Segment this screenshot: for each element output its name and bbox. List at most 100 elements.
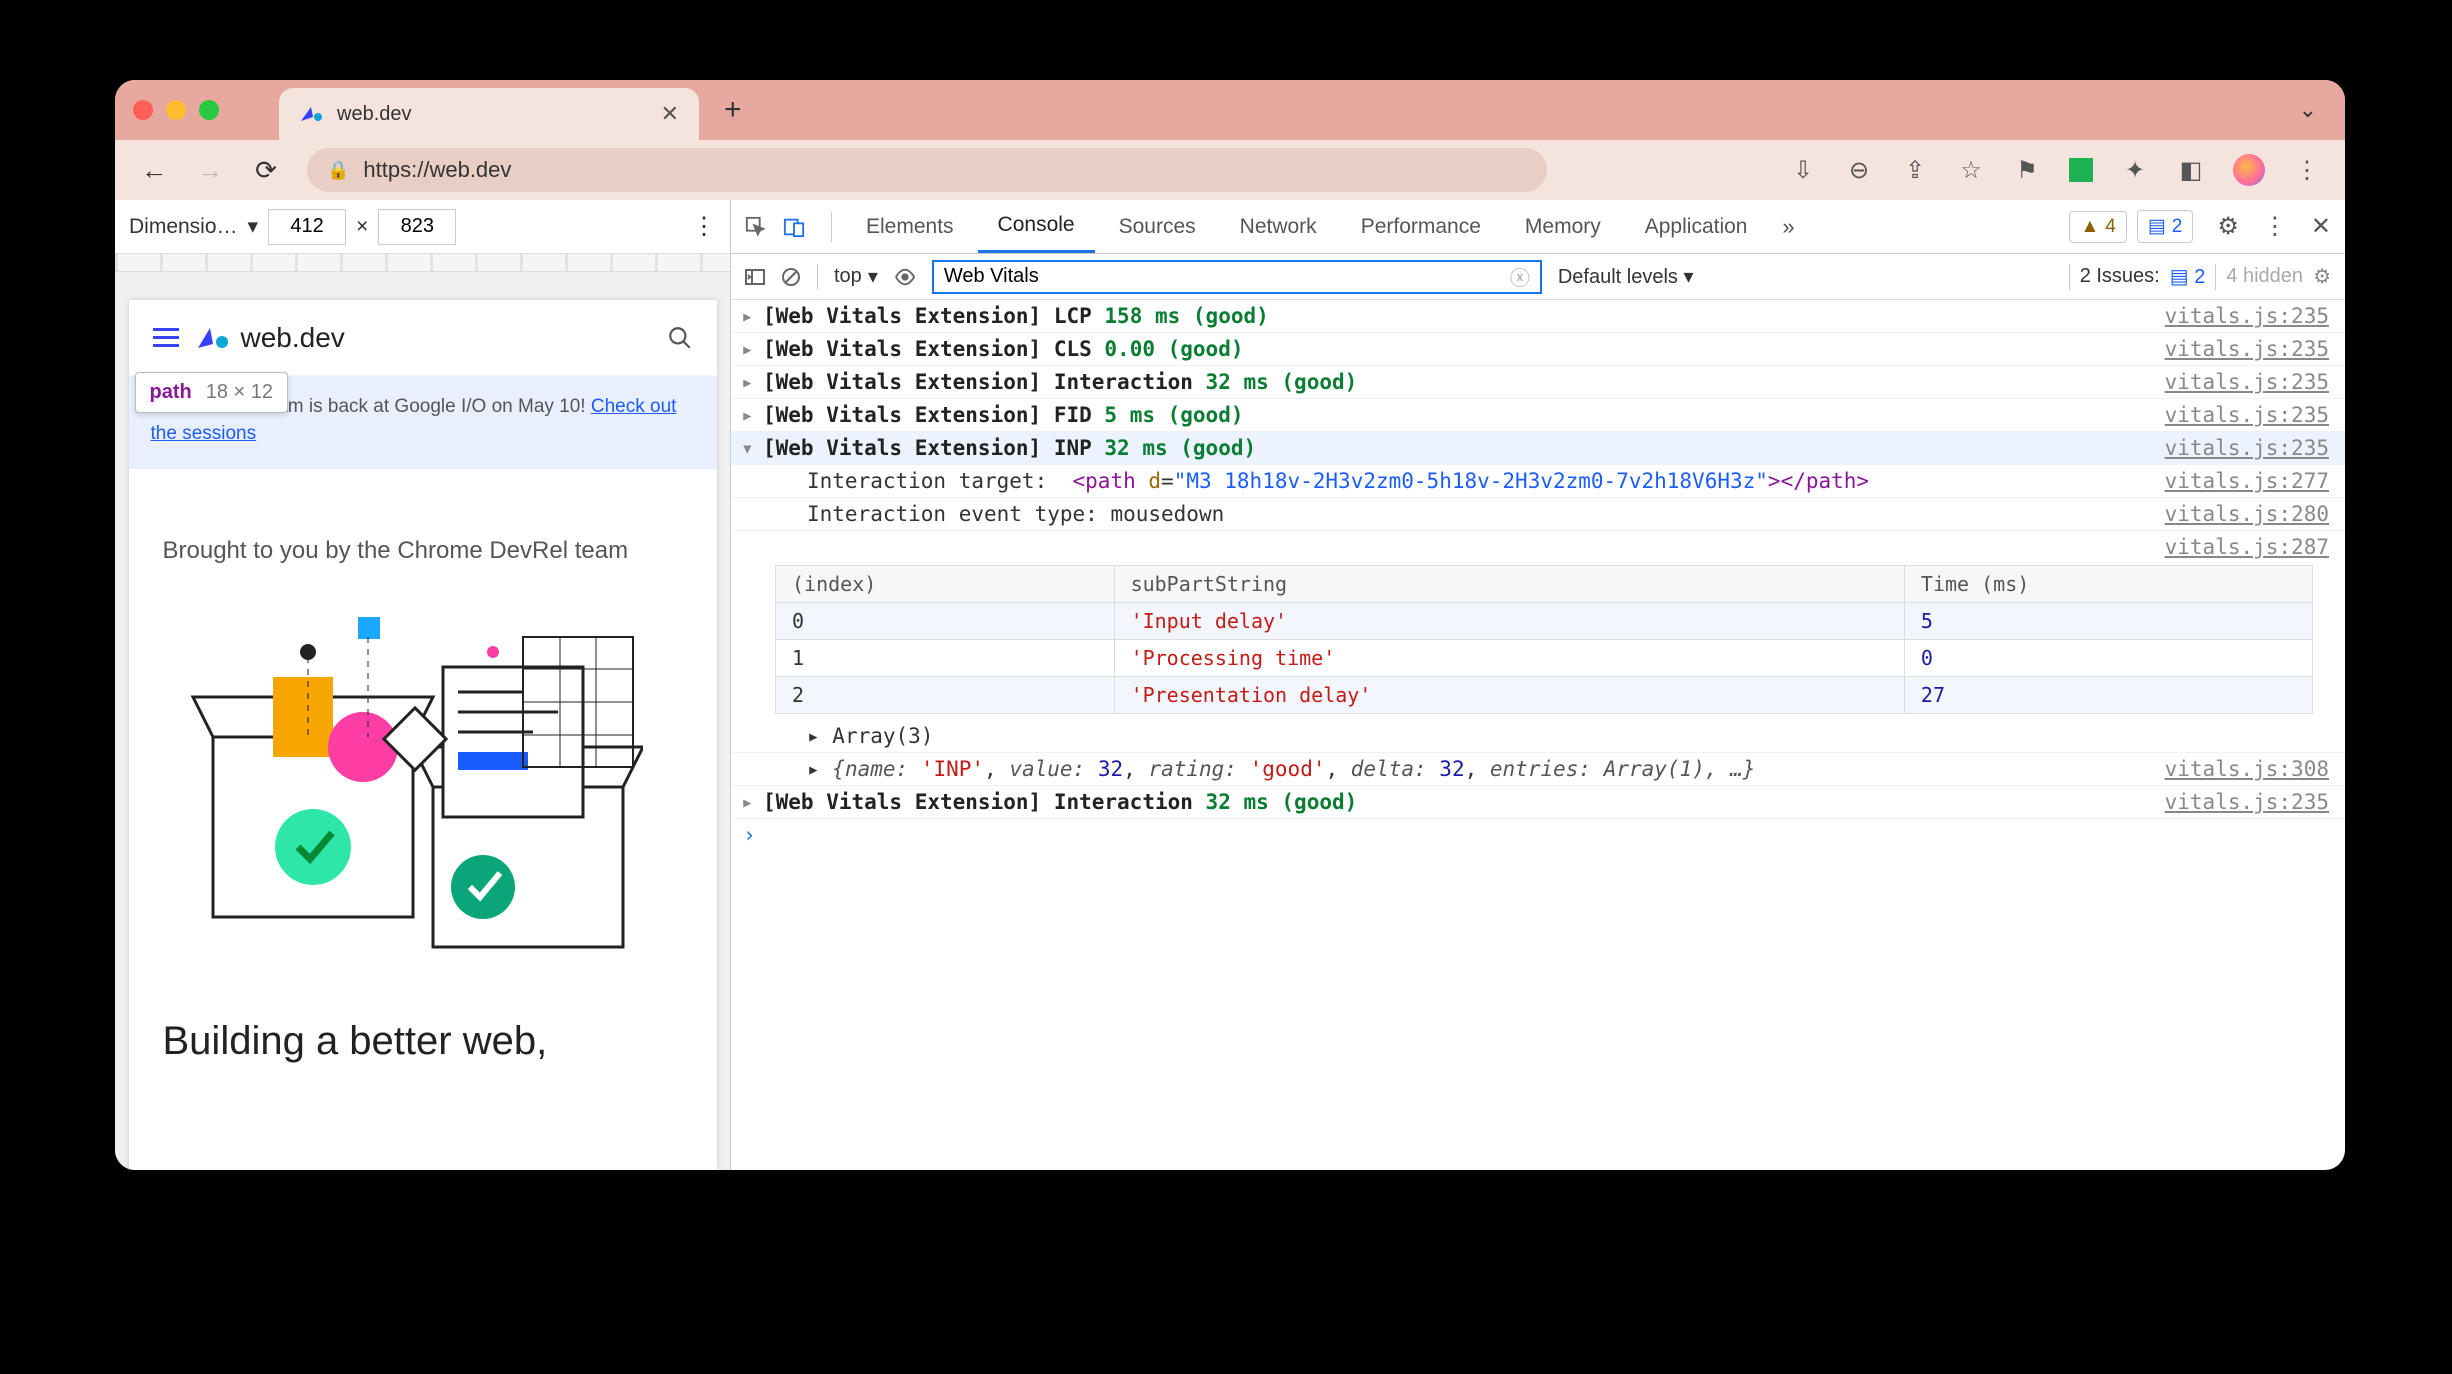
- expand-icon[interactable]: ▸: [741, 790, 763, 814]
- console-row[interactable]: ▸ [Web Vitals Extension] CLS 0.00 (good)…: [731, 333, 2345, 366]
- console-row-expanded[interactable]: ▾ [Web Vitals Extension] INP 32 ms (good…: [731, 432, 2345, 465]
- console-prompt[interactable]: ›: [731, 819, 2345, 851]
- browser-menu-icon[interactable]: ⋮: [2293, 156, 2321, 184]
- console-sidebar-icon[interactable]: [745, 267, 765, 287]
- console-subrow: Interaction event type: mousedown vitals…: [731, 498, 2345, 531]
- tab-memory[interactable]: Memory: [1505, 200, 1621, 253]
- toolbar-actions: ⇩ ⊖ ⇪ ☆ ⚑ ✦ ◧ ⋮: [1789, 154, 2321, 186]
- sidepanel-icon[interactable]: ◧: [2177, 156, 2205, 184]
- share-icon[interactable]: ⇪: [1901, 156, 1929, 184]
- source-link[interactable]: vitals.js:280: [2165, 502, 2329, 526]
- clear-console-icon[interactable]: [781, 267, 801, 287]
- tab-application[interactable]: Application: [1625, 200, 1768, 253]
- source-link[interactable]: vitals.js:235: [2165, 304, 2329, 328]
- expand-icon[interactable]: ▸: [741, 403, 763, 427]
- source-link[interactable]: vitals.js:308: [2165, 757, 2329, 781]
- tabs-overflow-icon[interactable]: ⌄: [2299, 97, 2317, 123]
- source-link[interactable]: vitals.js:235: [2165, 790, 2329, 814]
- install-icon[interactable]: ⇩: [1789, 156, 1817, 184]
- console-filter[interactable]: ⓧ: [932, 260, 1542, 294]
- table-row: 2'Presentation delay'27: [776, 677, 2313, 714]
- console-row[interactable]: ▸ [Web Vitals Extension] Interaction 32 …: [731, 786, 2345, 819]
- source-link[interactable]: vitals.js:235: [2165, 436, 2329, 460]
- reload-button[interactable]: ⟳: [251, 155, 281, 186]
- devtools-menu-icon[interactable]: ⋮: [2263, 212, 2287, 241]
- source-link[interactable]: vitals.js:235: [2165, 370, 2329, 394]
- console-row[interactable]: ▸ [Web Vitals Extension] FID 5 ms (good)…: [731, 399, 2345, 432]
- extension-square-icon[interactable]: [2069, 158, 2093, 182]
- dimensions-bar: Dimensio… ▾ × ⋮: [115, 200, 730, 254]
- tab-sources[interactable]: Sources: [1099, 200, 1216, 253]
- search-icon[interactable]: [667, 325, 693, 351]
- clear-filter-icon[interactable]: ⓧ: [1510, 262, 1530, 291]
- warnings-badge[interactable]: ▲ 4: [2069, 211, 2126, 243]
- hamburger-icon[interactable]: [153, 328, 179, 347]
- dimensions-dropdown-icon[interactable]: ▾: [248, 214, 259, 239]
- source-link[interactable]: vitals.js:235: [2165, 337, 2329, 361]
- zoom-icon[interactable]: ⊖: [1845, 156, 1873, 184]
- th-index[interactable]: (index): [776, 566, 1115, 603]
- close-window-button[interactable]: [133, 100, 153, 120]
- height-input[interactable]: [378, 209, 456, 245]
- infos-badge[interactable]: ▤ 2: [2137, 210, 2194, 243]
- bookmark-icon[interactable]: ☆: [1957, 156, 1985, 184]
- console-subrow: Interaction target: <path d="M3 18h18v-2…: [731, 465, 2345, 498]
- source-link[interactable]: vitals.js:235: [2165, 403, 2329, 427]
- th-time[interactable]: Time (ms): [1904, 566, 2312, 603]
- collapse-icon[interactable]: ▾: [741, 436, 763, 460]
- site-logo[interactable]: web.dev: [197, 322, 345, 354]
- times-label: ×: [356, 215, 368, 239]
- logo-mark-icon: [197, 324, 231, 352]
- inspect-element-icon[interactable]: [745, 216, 779, 238]
- live-expression-icon[interactable]: [894, 266, 916, 288]
- minimize-window-button[interactable]: [166, 100, 186, 120]
- tooltip-size: 18 × 12: [206, 381, 273, 404]
- maximize-window-button[interactable]: [199, 100, 219, 120]
- browser-tab[interactable]: web.dev ✕: [279, 88, 699, 140]
- object-summary[interactable]: ▸ {name: 'INP', value: 32, rating: 'good…: [731, 753, 2345, 786]
- tab-elements[interactable]: Elements: [846, 200, 974, 253]
- console-settings-icon[interactable]: ⚙: [2313, 264, 2331, 289]
- th-subpart[interactable]: subPartString: [1114, 566, 1904, 603]
- forward-button[interactable]: →: [195, 155, 225, 186]
- tab-close-icon[interactable]: ✕: [661, 101, 679, 127]
- hero-illustration: [163, 597, 683, 977]
- device-preview-pane: Dimensio… ▾ × ⋮ web.dev: [115, 200, 731, 1170]
- issues-summary[interactable]: 2 Issues: ▤ 2 4 hidden ⚙: [2069, 264, 2331, 290]
- address-bar[interactable]: 🔒 https://web.dev: [307, 148, 1547, 192]
- expand-icon[interactable]: ▸: [741, 337, 763, 361]
- array-summary[interactable]: ▸ Array(3): [731, 720, 2345, 753]
- source-link[interactable]: vitals.js:287: [2165, 535, 2329, 559]
- console-row[interactable]: ▸ [Web Vitals Extension] LCP 158 ms (goo…: [731, 300, 2345, 333]
- tab-console[interactable]: Console: [978, 200, 1095, 253]
- tabs-more-icon[interactable]: »: [1771, 214, 1805, 240]
- expand-icon[interactable]: ▸: [741, 304, 763, 328]
- device-menu-icon[interactable]: ⋮: [692, 212, 716, 241]
- profile-avatar[interactable]: [2233, 154, 2265, 186]
- settings-icon[interactable]: ⚙: [2217, 212, 2239, 241]
- devtools-close-icon[interactable]: ✕: [2311, 212, 2331, 241]
- hidden-count: 4 hidden: [2226, 265, 2303, 288]
- content-split: Dimensio… ▾ × ⋮ web.dev: [115, 200, 2345, 1170]
- filter-input[interactable]: [944, 265, 1510, 288]
- new-tab-button[interactable]: +: [724, 93, 742, 127]
- tab-performance[interactable]: Performance: [1341, 200, 1501, 253]
- flag-icon[interactable]: ⚑: [2013, 156, 2041, 184]
- context-selector[interactable]: top ▾: [834, 264, 878, 289]
- width-input[interactable]: [268, 209, 346, 245]
- extensions-icon[interactable]: ✦: [2121, 156, 2149, 184]
- console-table: (index) subPartString Time (ms) 0'Input …: [775, 565, 2313, 714]
- back-button[interactable]: ←: [139, 155, 169, 186]
- expand-icon[interactable]: ▸: [741, 370, 763, 394]
- device-toolbar-icon[interactable]: [783, 216, 817, 238]
- issues-label: 2 Issues:: [2080, 265, 2160, 288]
- site-name: web.dev: [241, 322, 345, 354]
- dimensions-label[interactable]: Dimensio…: [129, 215, 238, 239]
- log-levels-selector[interactable]: Default levels ▾: [1558, 264, 1694, 289]
- browser-toolbar: ← → ⟳ 🔒 https://web.dev ⇩ ⊖ ⇪ ☆ ⚑ ✦ ◧ ⋮: [115, 140, 2345, 200]
- tab-network[interactable]: Network: [1220, 200, 1337, 253]
- table-row: 1'Processing time'0: [776, 640, 2313, 677]
- console-row[interactable]: ▸ [Web Vitals Extension] Interaction 32 …: [731, 366, 2345, 399]
- browser-window: web.dev ✕ + ⌄ ← → ⟳ 🔒 https://web.dev ⇩ …: [115, 80, 2345, 1170]
- source-link[interactable]: vitals.js:277: [2165, 469, 2329, 493]
